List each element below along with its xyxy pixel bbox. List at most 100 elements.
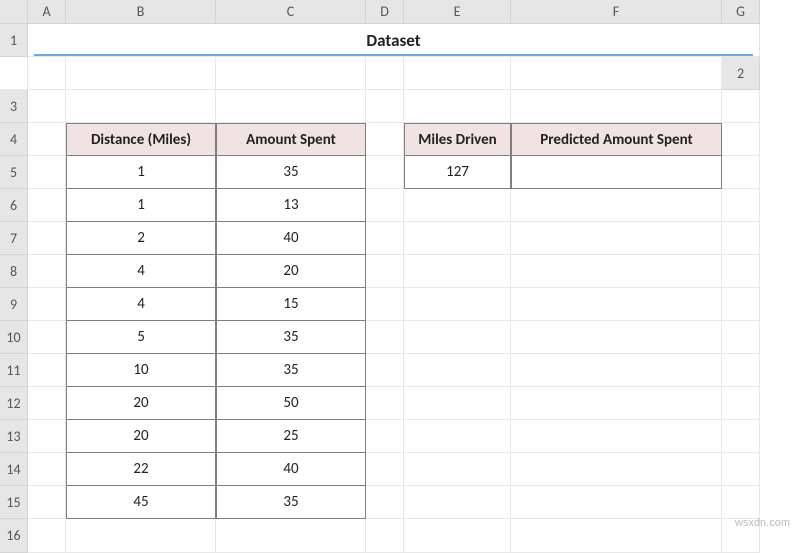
cell[interactable] (366, 321, 404, 354)
row-header-9[interactable]: 9 (0, 288, 28, 321)
cell[interactable] (28, 486, 66, 519)
table-row[interactable]: 50 (216, 387, 366, 420)
cell[interactable] (28, 90, 66, 123)
cell[interactable] (722, 453, 760, 486)
table-row[interactable]: 45 (66, 486, 216, 519)
cell[interactable] (511, 519, 722, 553)
col-header-g[interactable]: G (722, 0, 760, 24)
row-header-1[interactable]: 1 (0, 24, 28, 57)
cell[interactable] (722, 321, 760, 354)
row-header-13[interactable]: 13 (0, 420, 28, 453)
table-row[interactable]: 20 (216, 255, 366, 288)
side-header-miles[interactable]: Miles Driven (404, 123, 511, 156)
cell[interactable] (66, 519, 216, 553)
row-header-11[interactable]: 11 (0, 354, 28, 387)
cell[interactable] (511, 354, 722, 387)
col-header-e[interactable]: E (404, 0, 511, 24)
col-header-f[interactable]: F (511, 0, 722, 24)
table-row[interactable]: 13 (216, 189, 366, 222)
cell[interactable] (28, 453, 66, 486)
table-row[interactable]: 22 (66, 453, 216, 486)
table-row[interactable]: 20 (66, 420, 216, 453)
cell[interactable] (28, 288, 66, 321)
cell[interactable] (722, 420, 760, 453)
cell[interactable] (404, 189, 511, 222)
cell[interactable] (722, 189, 760, 222)
cell[interactable] (366, 354, 404, 387)
table-row[interactable]: 35 (216, 156, 366, 189)
cell[interactable] (366, 420, 404, 453)
cell[interactable] (722, 222, 760, 255)
cell[interactable] (28, 57, 66, 90)
cell[interactable] (404, 255, 511, 288)
table-row[interactable]: 5 (66, 321, 216, 354)
cell[interactable] (366, 222, 404, 255)
title-cell[interactable]: Dataset (28, 24, 760, 57)
cell[interactable] (404, 420, 511, 453)
row-header-14[interactable]: 14 (0, 453, 28, 486)
cell[interactable] (366, 90, 404, 123)
cell[interactable] (404, 57, 511, 90)
row-header-8[interactable]: 8 (0, 255, 28, 288)
cell[interactable] (66, 90, 216, 123)
cell[interactable] (722, 90, 760, 123)
cell[interactable] (28, 255, 66, 288)
col-header-b[interactable]: B (66, 0, 216, 24)
cell[interactable] (404, 288, 511, 321)
table-row[interactable]: 40 (216, 222, 366, 255)
cell[interactable] (404, 90, 511, 123)
cell[interactable] (511, 90, 722, 123)
col-header-c[interactable]: C (216, 0, 366, 24)
cell[interactable] (216, 57, 366, 90)
row-header-16[interactable]: 16 (0, 519, 28, 553)
table-row[interactable]: 35 (216, 354, 366, 387)
cell[interactable] (511, 222, 722, 255)
cell[interactable] (404, 519, 511, 553)
cell[interactable] (722, 288, 760, 321)
cell[interactable] (366, 123, 404, 156)
row-header-7[interactable]: 7 (0, 222, 28, 255)
cell[interactable] (28, 420, 66, 453)
side-row-predicted[interactable] (511, 156, 722, 189)
cell[interactable] (28, 123, 66, 156)
cell[interactable] (404, 222, 511, 255)
cell[interactable] (216, 519, 366, 553)
table-row[interactable]: 1 (66, 189, 216, 222)
cell[interactable] (366, 453, 404, 486)
row-header-10[interactable]: 10 (0, 321, 28, 354)
cell[interactable] (366, 255, 404, 288)
cell[interactable] (28, 189, 66, 222)
cell[interactable] (511, 189, 722, 222)
table-row[interactable]: 20 (66, 387, 216, 420)
table-row[interactable]: 35 (216, 486, 366, 519)
cell[interactable] (366, 486, 404, 519)
cell[interactable] (404, 354, 511, 387)
cell[interactable] (404, 486, 511, 519)
table-row[interactable]: 10 (66, 354, 216, 387)
cell[interactable] (511, 453, 722, 486)
side-header-predicted[interactable]: Predicted Amount Spent (511, 123, 722, 156)
table-row[interactable]: 1 (66, 156, 216, 189)
cell[interactable] (404, 321, 511, 354)
cell[interactable] (722, 255, 760, 288)
table-row[interactable]: 15 (216, 288, 366, 321)
cell[interactable] (366, 519, 404, 553)
col-header-a[interactable]: A (28, 0, 66, 24)
table-row[interactable]: 2 (66, 222, 216, 255)
cell[interactable] (511, 57, 722, 90)
cell[interactable] (511, 387, 722, 420)
cell[interactable] (366, 189, 404, 222)
row-header-6[interactable]: 6 (0, 189, 28, 222)
cell[interactable] (28, 354, 66, 387)
side-row-miles[interactable]: 127 (404, 156, 511, 189)
row-header-15[interactable]: 15 (0, 486, 28, 519)
cell[interactable] (722, 354, 760, 387)
row-header-12[interactable]: 12 (0, 387, 28, 420)
row-header-2[interactable]: 2 (722, 57, 760, 90)
cell[interactable] (28, 321, 66, 354)
row-header-3[interactable]: 3 (0, 90, 28, 123)
cell[interactable] (28, 519, 66, 553)
table-row[interactable]: 35 (216, 321, 366, 354)
cell[interactable] (28, 156, 66, 189)
table-row[interactable]: 40 (216, 453, 366, 486)
